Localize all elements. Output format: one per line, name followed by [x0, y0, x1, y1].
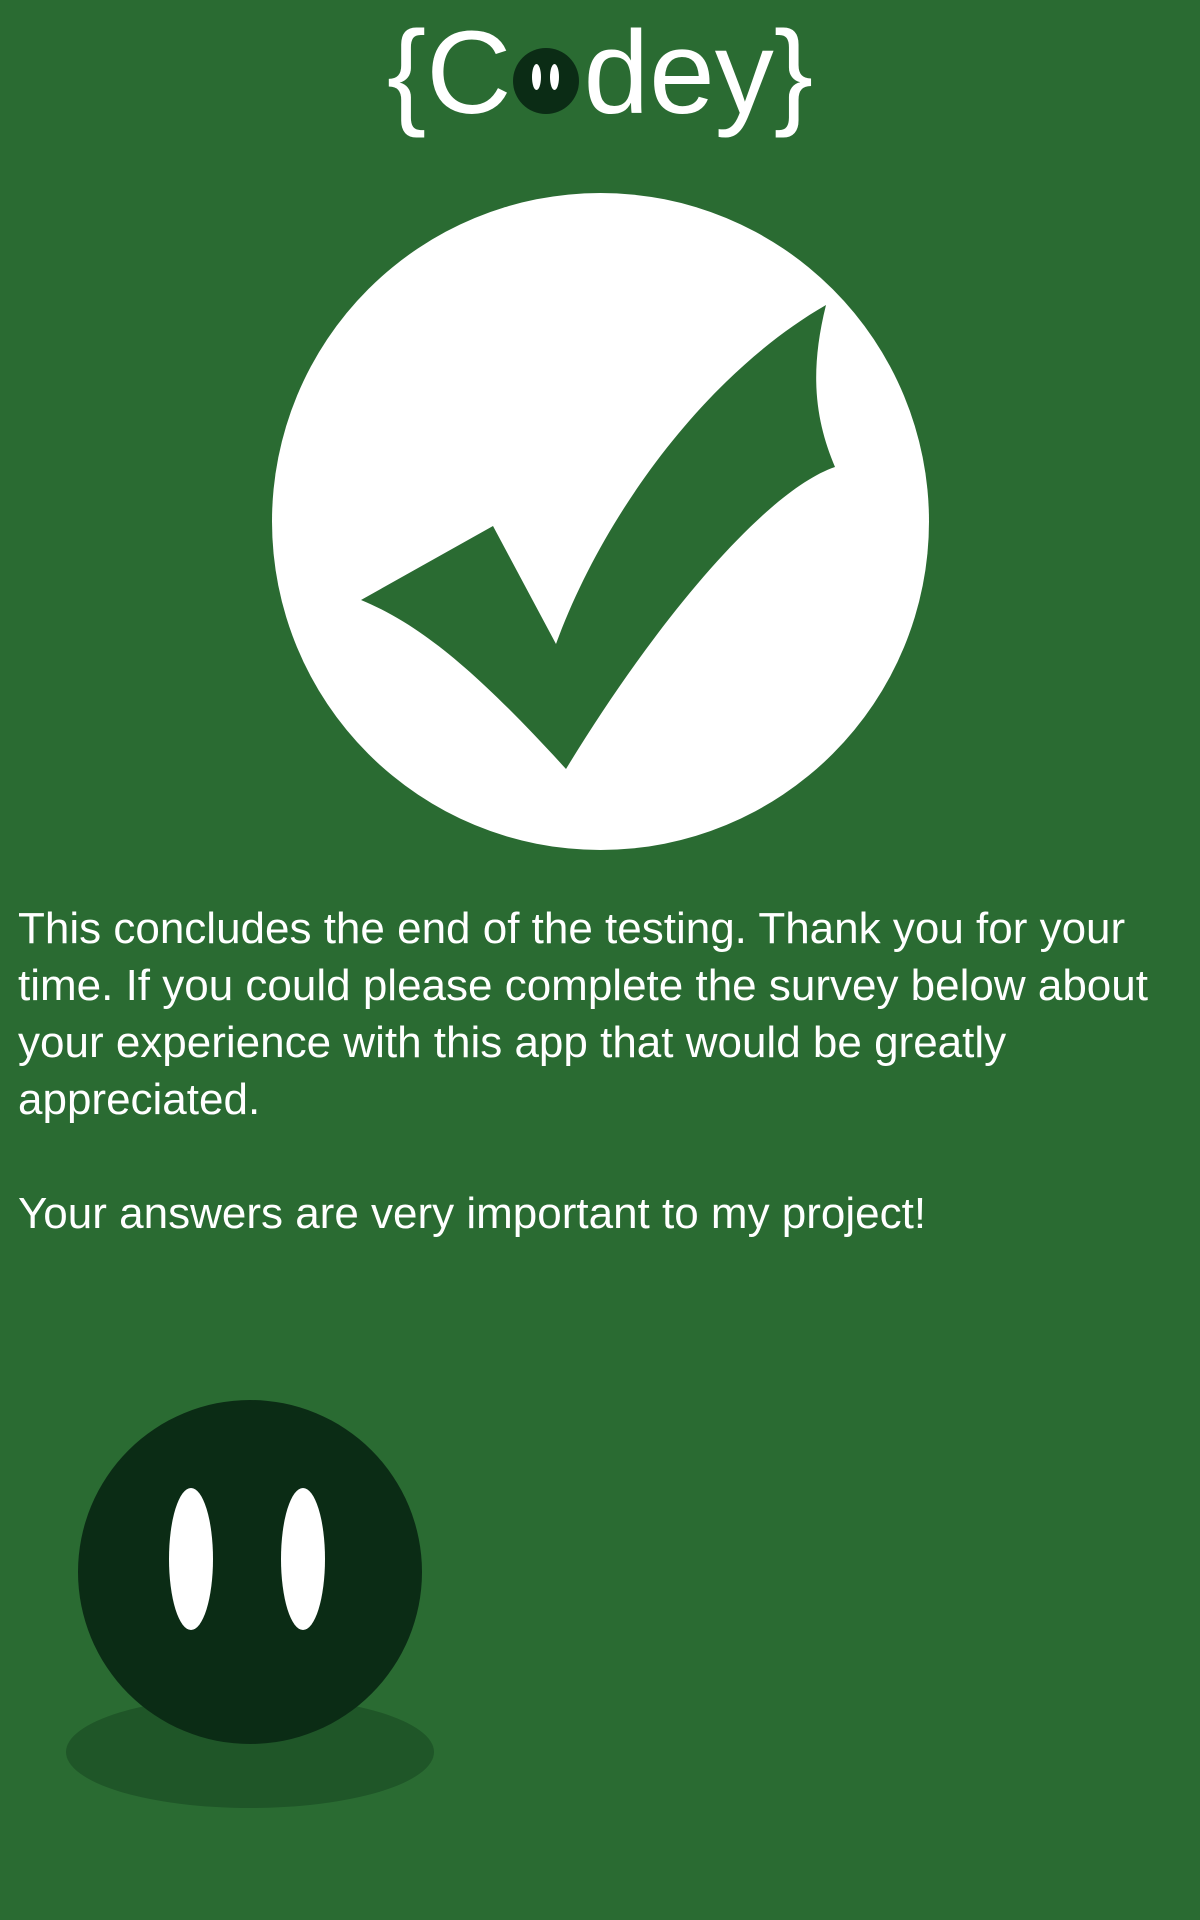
checkmark-circle-background — [272, 193, 929, 850]
logo-wordmark: {C dey} — [387, 8, 813, 138]
app-logo: {C dey} — [0, 8, 1200, 138]
mascot-body — [78, 1400, 422, 1744]
completion-emphasis-text: Your answers are very important to my pr… — [18, 1189, 927, 1238]
checkmark-circle-icon — [272, 193, 929, 850]
logo-text-left: {C — [386, 7, 512, 139]
codey-mascot-icon — [64, 1400, 440, 1810]
mascot-eye-left — [169, 1488, 213, 1630]
completion-message-text: This concludes the end of the testing. T… — [18, 904, 1148, 1124]
codey-eye-icon — [513, 48, 580, 114]
logo-text-right: dey} — [583, 7, 814, 139]
completion-screen: {C dey} This concludes the end of the te… — [0, 0, 1200, 1920]
eye-pupil-right — [550, 64, 560, 90]
completion-message: This concludes the end of the testing. T… — [18, 900, 1193, 1242]
eye-pupil-left — [532, 64, 542, 90]
mascot-eye-right — [281, 1488, 325, 1630]
